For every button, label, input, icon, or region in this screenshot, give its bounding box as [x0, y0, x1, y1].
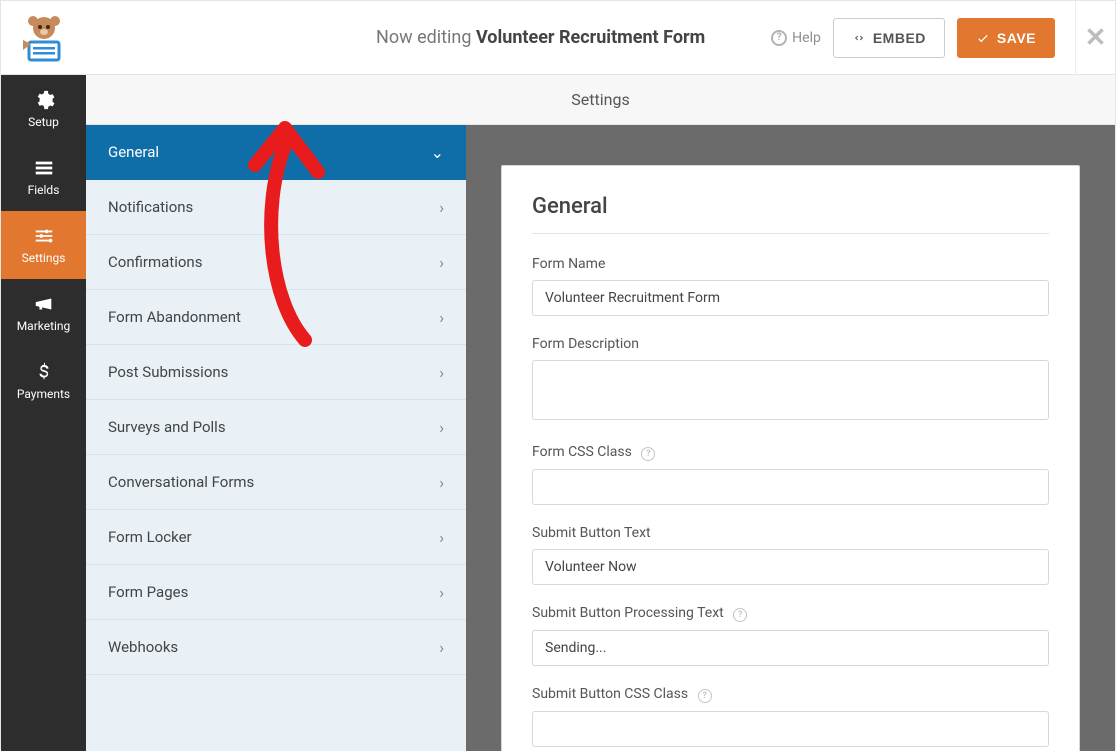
field-submit-css-class: Submit Button CSS Class ? [532, 686, 1049, 747]
top-actions: ? Help EMBED SAVE [771, 18, 1075, 58]
settings-panel-container: General Form Name Form Description Form … [466, 125, 1115, 751]
main-sidebar: Setup Fields Settings Marketing Payments [1, 75, 86, 751]
label-submit-processing: Submit Button Processing Text ? [532, 605, 1049, 622]
settings-item-webhooks[interactable]: Webhooks › [86, 620, 466, 675]
label-form-css-class: Form CSS Class ? [532, 444, 1049, 461]
settings-item-label: Conversational Forms [108, 473, 254, 491]
input-submit-processing[interactable] [532, 630, 1049, 666]
textarea-form-description[interactable] [532, 360, 1049, 420]
embed-button[interactable]: EMBED [833, 18, 945, 58]
label-text: Submit Button Processing Text [532, 605, 724, 621]
close-icon: ✕ [1085, 23, 1107, 53]
help-link[interactable]: ? Help [771, 30, 821, 46]
input-form-name[interactable] [532, 280, 1049, 316]
settings-item-confirmations[interactable]: Confirmations › [86, 235, 466, 290]
settings-item-general[interactable]: General ⌄ [86, 125, 466, 180]
label-form-name: Form Name [532, 256, 1049, 272]
label-form-description: Form Description [532, 336, 1049, 352]
settings-item-label: Post Submissions [108, 363, 228, 381]
gear-icon [33, 89, 55, 111]
settings-item-label: Form Abandonment [108, 308, 241, 326]
subheader-title: Settings [571, 90, 629, 109]
settings-item-form-pages[interactable]: Form Pages › [86, 565, 466, 620]
check-icon [976, 31, 990, 45]
chevron-right-icon: › [439, 198, 444, 217]
settings-item-label: Webhooks [108, 638, 178, 656]
chevron-right-icon: › [439, 528, 444, 547]
settings-menu: General ⌄ Notifications › Confirmations … [86, 125, 466, 751]
sidebar-label: Setup [28, 115, 59, 129]
help-icon[interactable]: ? [733, 608, 747, 622]
sidebar-item-fields[interactable]: Fields [1, 143, 86, 211]
input-submit-text[interactable] [532, 549, 1049, 585]
general-panel: General Form Name Form Description Form … [501, 165, 1080, 751]
settings-item-label: General [108, 143, 159, 161]
dollar-icon [33, 361, 55, 383]
panel-heading: General [532, 194, 1049, 234]
settings-item-conversational-forms[interactable]: Conversational Forms › [86, 455, 466, 510]
save-label: SAVE [997, 30, 1036, 46]
settings-item-label: Surveys and Polls [108, 418, 226, 436]
list-icon [33, 157, 55, 179]
chevron-right-icon: › [439, 418, 444, 437]
label-text: Submit Button CSS Class [532, 686, 688, 702]
field-submit-processing: Submit Button Processing Text ? [532, 605, 1049, 666]
save-button[interactable]: SAVE [957, 18, 1055, 58]
chevron-right-icon: › [439, 583, 444, 602]
sliders-icon [33, 225, 55, 247]
chevron-down-icon: ⌄ [431, 143, 444, 162]
field-form-description: Form Description [532, 336, 1049, 424]
field-form-name: Form Name [532, 256, 1049, 316]
field-form-css-class: Form CSS Class ? [532, 444, 1049, 505]
chevron-right-icon: › [439, 253, 444, 272]
close-button[interactable]: ✕ [1075, 1, 1115, 75]
label-text: Form CSS Class [532, 444, 632, 460]
chevron-right-icon: › [439, 363, 444, 382]
chevron-right-icon: › [439, 638, 444, 657]
embed-label: EMBED [873, 30, 926, 46]
form-title: Volunteer Recruitment Form [476, 27, 705, 48]
settings-item-surveys-polls[interactable]: Surveys and Polls › [86, 400, 466, 455]
help-icon[interactable]: ? [641, 447, 655, 461]
help-icon: ? [771, 30, 787, 46]
sidebar-item-setup[interactable]: Setup [1, 75, 86, 143]
label-submit-text: Submit Button Text [532, 525, 1049, 541]
top-bar: Now editing Volunteer Recruitment Form ?… [1, 1, 1115, 75]
sidebar-label: Payments [17, 387, 70, 401]
settings-item-label: Form Pages [108, 583, 188, 601]
page-title-wrap: Now editing Volunteer Recruitment Form [86, 27, 771, 48]
bullhorn-icon [33, 293, 55, 315]
field-submit-text: Submit Button Text [532, 525, 1049, 585]
help-icon[interactable]: ? [698, 689, 712, 703]
editing-prefix: Now editing [376, 27, 471, 48]
input-submit-css-class[interactable] [532, 711, 1049, 747]
settings-item-form-locker[interactable]: Form Locker › [86, 510, 466, 565]
settings-item-label: Notifications [108, 198, 193, 216]
sidebar-item-marketing[interactable]: Marketing [1, 279, 86, 347]
settings-item-label: Form Locker [108, 528, 192, 546]
settings-item-form-abandonment[interactable]: Form Abandonment › [86, 290, 466, 345]
help-label: Help [792, 30, 821, 46]
label-submit-css-class: Submit Button CSS Class ? [532, 686, 1049, 703]
input-form-css-class[interactable] [532, 469, 1049, 505]
chevron-right-icon: › [439, 473, 444, 492]
sidebar-label: Marketing [17, 319, 71, 333]
code-icon [852, 31, 866, 45]
sidebar-label: Fields [28, 183, 60, 197]
sidebar-item-payments[interactable]: Payments [1, 347, 86, 415]
sidebar-item-settings[interactable]: Settings [1, 211, 86, 279]
sub-header: Settings [86, 75, 1115, 125]
settings-item-notifications[interactable]: Notifications › [86, 180, 466, 235]
settings-item-post-submissions[interactable]: Post Submissions › [86, 345, 466, 400]
sidebar-label: Settings [22, 251, 66, 265]
chevron-right-icon: › [439, 308, 444, 327]
settings-item-label: Confirmations [108, 253, 202, 271]
app-logo [1, 1, 86, 75]
